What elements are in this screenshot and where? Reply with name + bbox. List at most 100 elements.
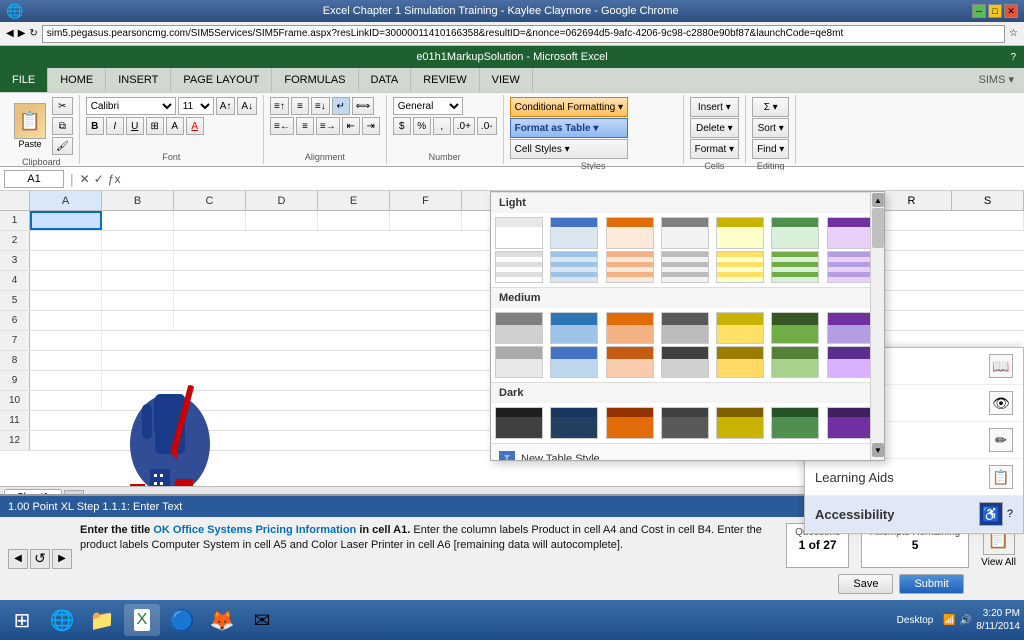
cell-b6[interactable] — [102, 311, 174, 330]
learning-aids-row[interactable]: Learning Aids 📋 — [805, 459, 1023, 496]
find-select-button[interactable]: Find ▾ — [752, 139, 789, 159]
style-swatch[interactable] — [771, 312, 819, 344]
bookmark-icon[interactable]: ☆ — [1009, 28, 1018, 39]
style-swatch[interactable] — [771, 217, 819, 249]
conditional-formatting-button[interactable]: Conditional Formatting ▾ — [510, 97, 628, 117]
increase-font-button[interactable]: A↑ — [216, 97, 236, 115]
save-button[interactable]: Save — [838, 574, 893, 594]
sim-reset-button[interactable]: ↺ — [30, 549, 50, 569]
style-swatch[interactable] — [495, 312, 543, 344]
excel-taskbar-button[interactable]: X — [124, 604, 160, 636]
number-format-select[interactable]: General — [393, 97, 463, 115]
style-swatch[interactable] — [606, 312, 654, 344]
indent-increase-button[interactable]: ⇥ — [362, 117, 380, 135]
style-swatch[interactable] — [495, 407, 543, 439]
formula-input[interactable] — [124, 170, 1020, 188]
col-header-c[interactable]: C — [174, 191, 246, 210]
insert-button[interactable]: Insert ▾ — [690, 97, 739, 117]
accessibility-help-icon[interactable]: ? — [1007, 508, 1013, 520]
excel-help-icon[interactable]: ? — [1010, 52, 1016, 63]
style-swatch[interactable] — [661, 251, 709, 283]
dropdown-scrollbar[interactable]: ▲ ▼ — [870, 192, 884, 460]
cell-a7[interactable] — [30, 331, 102, 350]
mail-button[interactable]: ✉ — [244, 604, 280, 636]
decrease-font-button[interactable]: A↓ — [237, 97, 257, 115]
style-swatch[interactable] — [550, 251, 598, 283]
comma-button[interactable]: , — [433, 117, 451, 135]
italic-button[interactable]: I — [106, 117, 124, 135]
tab-formulas[interactable]: FORMULAS — [272, 68, 358, 92]
format-as-table-button[interactable]: Format as Table ▾ — [510, 118, 628, 138]
align-bottom-button[interactable]: ≡↓ — [311, 97, 330, 115]
cell-f1[interactable] — [390, 211, 462, 230]
paste-button[interactable]: 📋 Paste — [10, 101, 50, 151]
percent-button[interactable]: % — [413, 117, 431, 135]
style-swatch[interactable] — [606, 217, 654, 249]
cell-a2[interactable] — [30, 231, 102, 250]
close-button[interactable]: ✕ — [1004, 4, 1018, 18]
font-name-select[interactable]: Calibri — [86, 97, 176, 115]
style-swatch[interactable] — [716, 217, 764, 249]
style-swatch[interactable] — [550, 346, 598, 378]
tab-page-layout[interactable]: PAGE LAYOUT — [171, 68, 272, 92]
cell-a5[interactable] — [30, 291, 102, 310]
currency-button[interactable]: $ — [393, 117, 411, 135]
format-button[interactable]: Format ▾ — [690, 139, 739, 159]
back-icon[interactable]: ◀ — [6, 28, 14, 39]
refresh-icon[interactable]: ↻ — [29, 28, 37, 39]
style-swatch[interactable] — [771, 251, 819, 283]
url-input[interactable] — [42, 25, 1005, 43]
style-swatch[interactable] — [606, 346, 654, 378]
tab-data[interactable]: DATA — [359, 68, 412, 92]
border-button[interactable]: ⊞ — [146, 117, 164, 135]
minimize-button[interactable]: ─ — [972, 4, 986, 18]
format-as-table-dropdown[interactable]: Light Medium — [490, 191, 885, 461]
cell-e1[interactable] — [318, 211, 390, 230]
style-swatch[interactable] — [827, 407, 875, 439]
cancel-formula-icon[interactable]: ✕ — [80, 172, 90, 186]
start-button[interactable]: ⊞ — [4, 604, 40, 636]
style-swatch[interactable] — [827, 346, 875, 378]
style-swatch[interactable] — [495, 346, 543, 378]
style-swatch[interactable] — [550, 312, 598, 344]
insert-function-icon[interactable]: ƒx — [108, 172, 121, 186]
underline-button[interactable]: U — [126, 117, 144, 135]
forward-icon[interactable]: ▶ — [18, 28, 26, 39]
explorer-button[interactable]: 📁 — [84, 604, 120, 636]
autosum-button[interactable]: Σ ▾ — [752, 97, 789, 117]
cell-d1[interactable] — [246, 211, 318, 230]
tab-home[interactable]: HOME — [48, 68, 106, 92]
style-swatch[interactable] — [606, 407, 654, 439]
style-swatch[interactable] — [661, 217, 709, 249]
style-swatch[interactable] — [495, 217, 543, 249]
submit-button[interactable]: Submit — [899, 574, 963, 594]
cut-button[interactable]: ✂ — [52, 97, 73, 115]
align-center-button[interactable]: ≡ — [296, 117, 314, 135]
font-color-button[interactable]: A — [186, 117, 204, 135]
align-middle-button[interactable]: ≡ — [291, 97, 309, 115]
scroll-up-btn[interactable]: ▲ — [872, 193, 884, 207]
fill-color-button[interactable]: A — [166, 117, 184, 135]
cell-a1[interactable] — [30, 211, 102, 230]
tab-insert[interactable]: INSERT — [106, 68, 171, 92]
new-table-style-item[interactable]: T New Table Style — [499, 448, 876, 461]
decrease-decimal-button[interactable]: .0- — [477, 117, 497, 135]
cell-a3[interactable] — [30, 251, 102, 270]
tab-view[interactable]: VIEW — [480, 68, 533, 92]
increase-decimal-button[interactable]: .0+ — [453, 117, 475, 135]
style-swatch[interactable] — [827, 312, 875, 344]
style-swatch[interactable] — [827, 251, 875, 283]
style-swatch[interactable] — [716, 312, 764, 344]
ie-button[interactable]: 🌐 — [44, 604, 80, 636]
firefox-button[interactable]: 🦊 — [204, 604, 240, 636]
style-swatch[interactable] — [771, 407, 819, 439]
style-swatch[interactable] — [661, 407, 709, 439]
volume-icon[interactable]: 🔊 — [960, 615, 972, 626]
style-swatch[interactable] — [716, 251, 764, 283]
maximize-button[interactable]: □ — [988, 4, 1002, 18]
align-left-button[interactable]: ≡← — [270, 117, 294, 135]
cell-b4[interactable] — [102, 271, 174, 290]
col-header-s[interactable]: S — [952, 191, 1024, 210]
confirm-formula-icon[interactable]: ✓ — [94, 172, 104, 186]
sim-prev-button[interactable]: ◀ — [8, 549, 28, 569]
